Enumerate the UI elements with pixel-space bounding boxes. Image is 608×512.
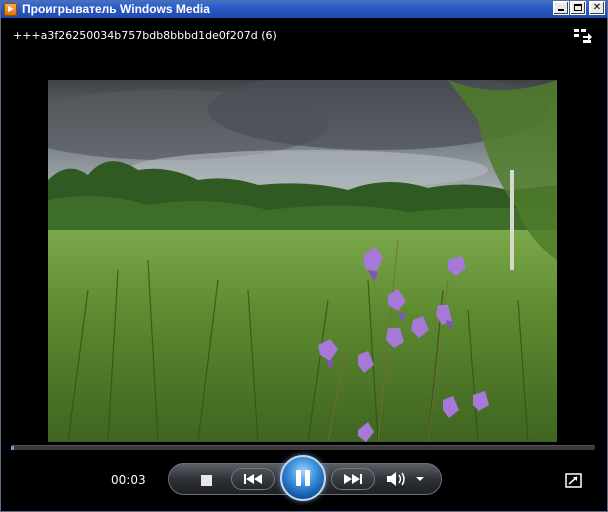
close-icon: ✕: [592, 2, 602, 13]
switch-to-library-icon[interactable]: [573, 28, 593, 44]
previous-icon: [244, 474, 262, 484]
next-icon: [344, 474, 362, 484]
windows-media-player-icon: [4, 3, 17, 16]
pause-icon-bar: [305, 470, 310, 486]
seek-bar[interactable]: [11, 445, 595, 450]
previous-button[interactable]: [231, 468, 275, 490]
title-bar[interactable]: Проигрыватель Windows Media ✕: [1, 1, 607, 18]
window-title: Проигрыватель Windows Media: [22, 2, 210, 16]
maximize-button[interactable]: [570, 1, 586, 15]
minimize-button[interactable]: [553, 1, 569, 15]
stop-icon: [200, 474, 212, 486]
chevron-down-icon[interactable]: [416, 477, 424, 481]
close-button[interactable]: ✕: [589, 1, 605, 15]
media-player-window: Проигрыватель Windows Media ✕ +++a3f2625…: [0, 0, 608, 512]
volume-control[interactable]: [384, 469, 430, 489]
pause-button[interactable]: [280, 455, 326, 501]
seek-bar-progress: [11, 446, 14, 450]
next-button[interactable]: [331, 468, 375, 490]
video-frame[interactable]: [48, 80, 557, 442]
pause-icon: [296, 470, 301, 486]
fullscreen-icon[interactable]: [565, 473, 582, 488]
elapsed-time: 00:03: [111, 473, 146, 487]
speaker-icon[interactable]: [387, 472, 405, 486]
stop-button[interactable]: [194, 471, 218, 489]
now-playing-title: +++a3f26250034b757bdb8bbbd1de0f207d (6): [13, 29, 277, 42]
